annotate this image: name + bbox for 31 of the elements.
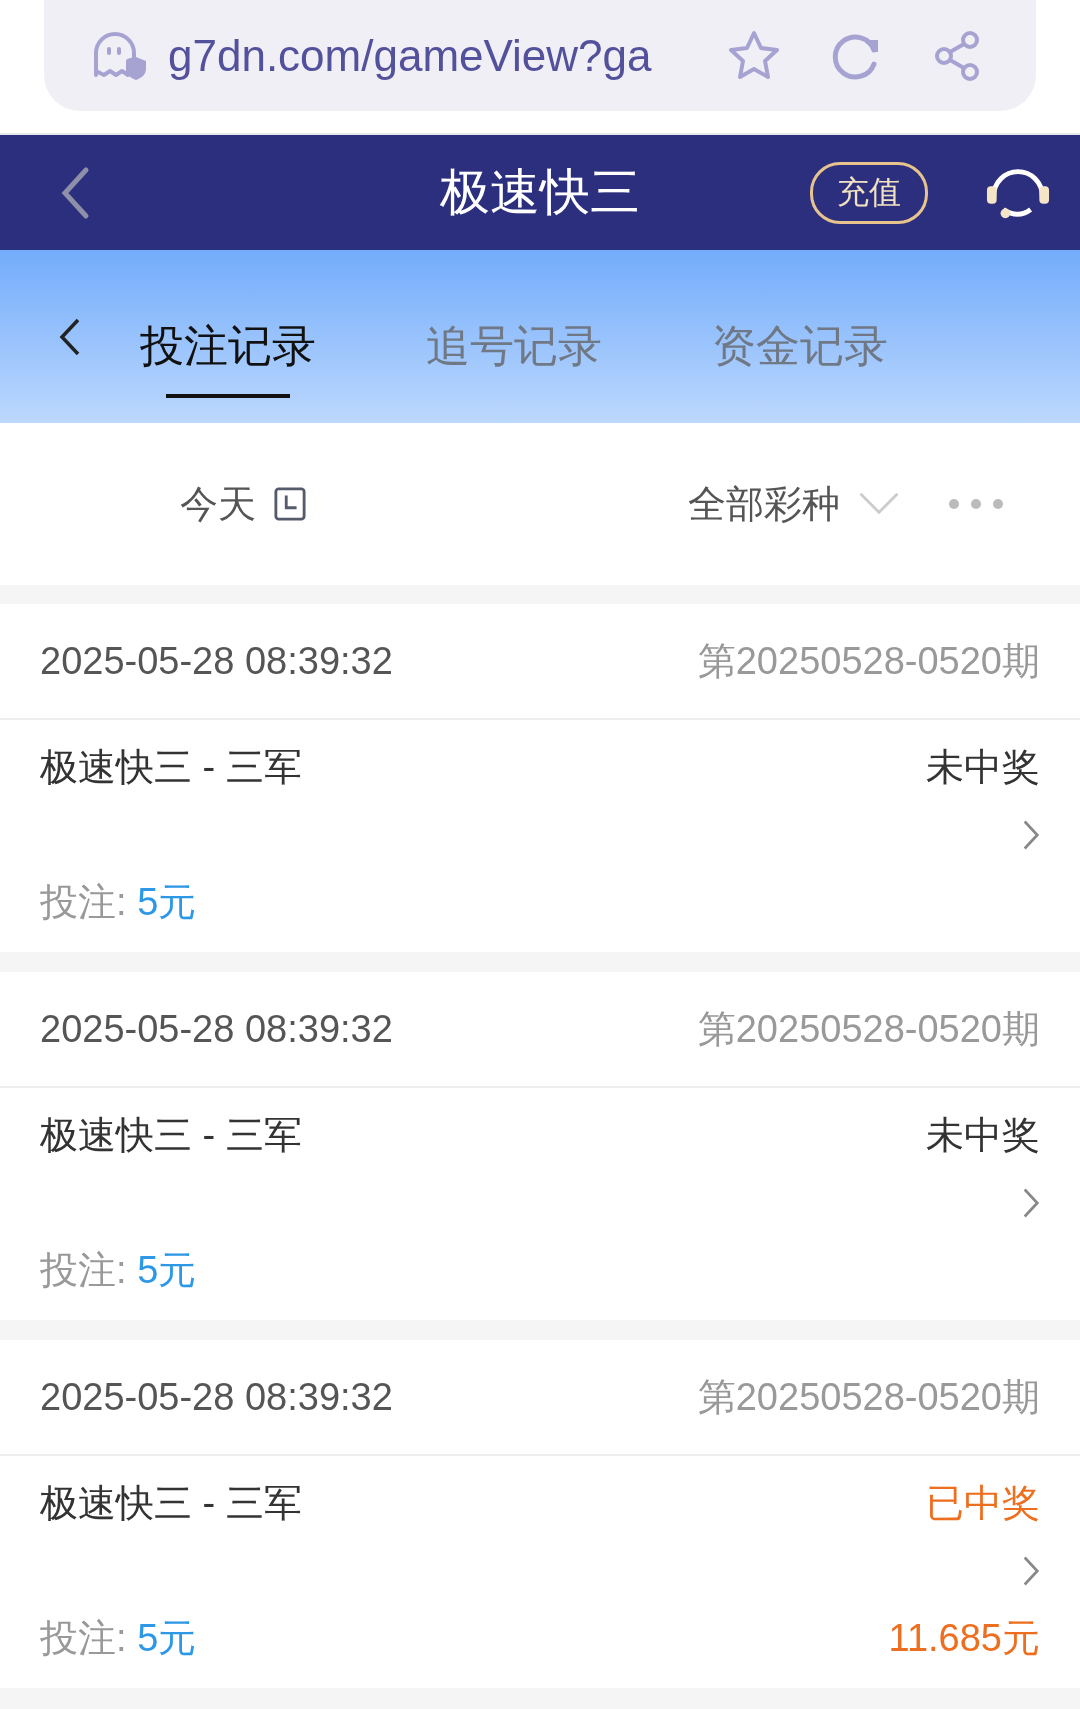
prize-amount: 11.685元 <box>888 1616 1040 1661</box>
result-status: 未中奖 <box>926 1113 1040 1158</box>
bet-amount: 投注: 5元 <box>40 1248 197 1293</box>
address-bar[interactable]: g7dn.com/gameView?ga <box>44 0 1036 111</box>
record-card[interactable]: 2025-05-28 08:39:32 第20250528-0520期 极速快三 - 三军 未中奖 投注: 5元 <box>0 972 1080 1320</box>
bet-time: 2025-05-28 08:39:32 <box>40 639 393 683</box>
game-name: 极速快三 - 三军 <box>40 1113 302 1158</box>
more-icon[interactable] <box>948 498 1004 510</box>
game-name: 极速快三 - 三军 <box>40 745 302 790</box>
bet-time: 2025-05-28 08:39:32 <box>40 1007 393 1051</box>
issue-number: 第20250528-0520期 <box>697 1374 1040 1420</box>
game-name: 极速快三 - 三军 <box>40 1481 302 1526</box>
record-card[interactable]: 2025-05-28 08:39:32 第20250528-0520期 极速快三 - 三军 未中奖 投注: 5元 <box>0 604 1080 952</box>
record-card[interactable]: 2025-05-28 08:39:32 第20250528-0520期 极速快三 - 三军 已中奖 投注: 5元 11.685元 <box>0 1340 1080 1688</box>
back-icon[interactable] <box>58 316 82 357</box>
url-text: g7dn.com/gameView?ga <box>168 30 653 81</box>
page-title: 极速快三 <box>439 163 641 222</box>
recharge-button[interactable]: 充值 <box>810 161 928 224</box>
bet-time: 2025-05-28 08:39:32 <box>40 1375 393 1419</box>
issue-number: 第20250528-0520期 <box>697 638 1040 684</box>
chevron-right-icon[interactable] <box>1022 819 1040 851</box>
lottery-filter[interactable]: 全部彩种 <box>688 478 840 530</box>
result-status: 未中奖 <box>926 745 1040 790</box>
clock-icon[interactable] <box>274 487 306 521</box>
bet-amount: 投注: 5元 <box>40 1616 197 1661</box>
chevron-right-icon[interactable] <box>1022 1555 1040 1587</box>
result-status: 已中奖 <box>926 1481 1040 1526</box>
issue-number: 第20250528-0520期 <box>697 1006 1040 1052</box>
date-filter[interactable]: 今天 <box>180 478 256 530</box>
chevron-right-icon[interactable] <box>1022 1187 1040 1219</box>
bet-amount: 投注: 5元 <box>40 880 197 925</box>
